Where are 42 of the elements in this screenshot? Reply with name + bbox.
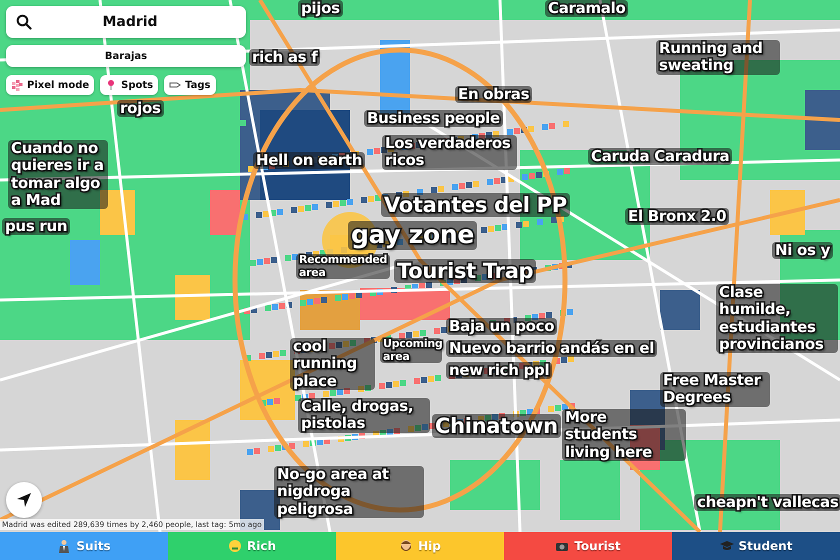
- bearded-face-icon: [399, 539, 414, 553]
- filter-chip[interactable]: Pixel mode: [6, 75, 94, 95]
- map-tag[interactable]: pijos: [298, 0, 343, 18]
- map-tag[interactable]: pus run: [2, 218, 70, 236]
- search-field[interactable]: Madrid: [6, 6, 246, 38]
- map-tag[interactable]: Baja un poco: [446, 318, 558, 336]
- map-tag[interactable]: Votantes del PP: [381, 193, 570, 218]
- map-tag[interactable]: cheapn't vallecas: [694, 494, 840, 512]
- map-tag[interactable]: Calle, drogas, pistolas: [298, 398, 430, 432]
- map-tag[interactable]: Recommended area: [296, 254, 390, 280]
- map-tag[interactable]: El Bronx 2.0: [625, 208, 730, 226]
- category-tab[interactable]: Student: [672, 532, 840, 560]
- map-tag[interactable]: Chinatown: [432, 414, 561, 438]
- category-tab[interactable]: Suits: [0, 532, 168, 560]
- map-tag[interactable]: Business people: [364, 110, 503, 128]
- filter-chip[interactable]: Tags: [164, 75, 216, 95]
- map-tag[interactable]: En obras: [455, 86, 532, 104]
- pixel-grid-icon: [11, 79, 23, 91]
- graduation-cap-icon: [720, 539, 734, 553]
- map-tag[interactable]: Ni os y: [772, 242, 834, 260]
- map-tag[interactable]: Upcoming area: [380, 338, 442, 364]
- map-tag[interactable]: Caramalo: [545, 0, 628, 18]
- map-tag[interactable]: Running and sweating: [656, 40, 780, 74]
- category-tab[interactable]: Tourist: [504, 532, 672, 560]
- map-tag[interactable]: Hell on earth: [253, 152, 366, 170]
- map-tag[interactable]: gay zone: [348, 221, 478, 250]
- map-tag[interactable]: Free Master Degrees: [660, 372, 770, 406]
- map-tag[interactable]: Tourist Trap: [394, 259, 536, 284]
- map-tag[interactable]: rojos: [117, 100, 164, 118]
- search-icon: [16, 14, 32, 30]
- map-tag[interactable]: Cuando no quieres ir a tomar algo a Mad: [8, 140, 108, 209]
- locate-button[interactable]: [6, 482, 42, 518]
- navigation-arrow-icon: [15, 491, 33, 509]
- map-tag[interactable]: Los verdaderos ricos: [382, 135, 517, 170]
- map-tag[interactable]: Caruda Caradura: [588, 148, 732, 166]
- map-tag[interactable]: cool running place: [290, 338, 375, 390]
- map-tag[interactable]: More students living here: [562, 409, 686, 461]
- businessman-icon: [57, 539, 72, 553]
- map-tag[interactable]: Clase humilde, estudiantes provincianos: [716, 284, 838, 353]
- location-field[interactable]: Barajas: [6, 45, 246, 67]
- filter-chip[interactable]: Spots: [100, 75, 158, 95]
- map-tag[interactable]: No-go area at nigdroga peligrosa: [274, 466, 424, 518]
